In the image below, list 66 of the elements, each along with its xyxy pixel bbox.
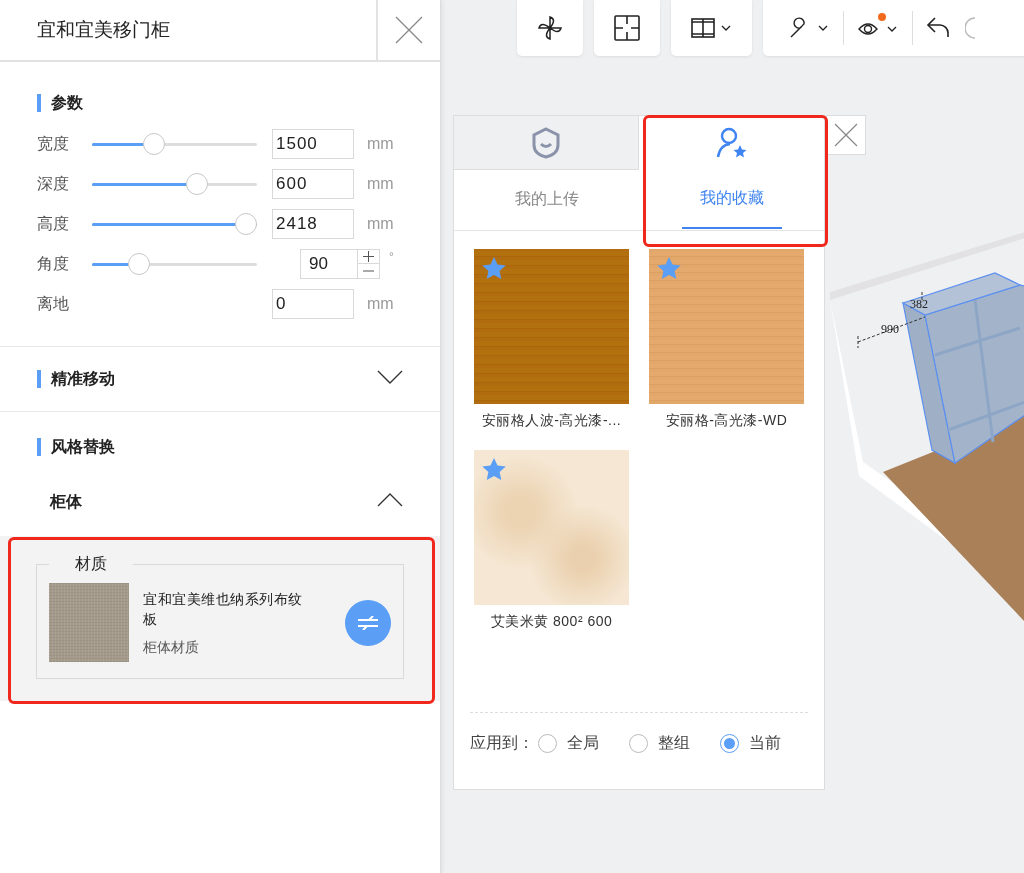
value-field[interactable]: 90	[300, 249, 358, 279]
unit-label: mm	[367, 135, 394, 153]
value-field[interactable]: 1500	[272, 129, 354, 159]
chevron-down-icon[interactable]	[377, 369, 403, 385]
material-subtitle: 柜体材质	[143, 638, 200, 657]
value-field[interactable]: 0	[272, 289, 354, 319]
param-label: 高度	[37, 213, 70, 234]
param-label: 宽度	[37, 133, 70, 154]
material-name: 宜和宜美维也纳系列布纹板	[143, 589, 303, 629]
slider[interactable]	[92, 173, 257, 195]
dimension-label: 382	[910, 297, 928, 311]
slider-thumb[interactable]	[143, 133, 166, 155]
value-field[interactable]: 600	[272, 169, 354, 199]
unit-label: mm	[367, 295, 394, 313]
slider[interactable]	[92, 213, 257, 235]
panel-title: 宜和宜美移门柜	[36, 18, 171, 42]
param-label: 深度	[37, 173, 70, 194]
toolbar-button[interactable]	[594, 0, 660, 56]
unit-label: mm	[367, 175, 394, 193]
section-heading: 参数	[51, 92, 83, 113]
radio-option[interactable]: 整组	[629, 732, 690, 754]
slider[interactable]	[92, 253, 257, 275]
radio-option[interactable]: 当前	[720, 732, 781, 754]
close-icon	[834, 123, 858, 147]
library-tab[interactable]: 我的上传	[454, 116, 639, 230]
material-legend: 材质	[49, 554, 133, 575]
star-icon[interactable]	[482, 257, 506, 280]
material-swatch[interactable]	[474, 249, 629, 404]
minus-icon	[363, 270, 374, 272]
increment-button[interactable]	[358, 249, 380, 264]
dimension-label: 990	[881, 322, 899, 336]
user-star-icon	[714, 126, 749, 159]
material-caption: 艾美米黄 800² 600	[490, 613, 613, 631]
material-caption: 安丽格-高光漆-WD	[665, 412, 788, 430]
chevron-up-icon[interactable]	[377, 492, 403, 508]
star-icon[interactable]	[482, 458, 506, 481]
pinwheel-icon	[535, 13, 565, 43]
slider-thumb[interactable]	[127, 253, 150, 275]
swap-arrows-icon	[356, 615, 380, 630]
plus-icon	[363, 251, 374, 262]
material-swatch[interactable]	[474, 450, 629, 605]
apply-label: 应用到：	[470, 732, 534, 753]
section-heading: 精准移动	[51, 368, 115, 389]
toolbar-button[interactable]	[517, 0, 583, 56]
star-icon[interactable]	[657, 257, 681, 280]
slider-thumb[interactable]	[235, 213, 257, 235]
layout-grid-icon	[613, 14, 641, 42]
section-heading: 风格替换	[51, 436, 115, 457]
value-field[interactable]: 2418	[272, 209, 354, 239]
slider-thumb[interactable]	[186, 173, 209, 195]
close-button[interactable]	[826, 115, 866, 155]
library-tab[interactable]: 我的收藏	[639, 116, 824, 230]
param-label: 离地	[37, 293, 70, 314]
toolbar-button[interactable]	[671, 0, 752, 56]
partial-icon	[965, 15, 975, 41]
material-caption: 安丽格人波-高光漆-...	[481, 412, 622, 430]
close-icon	[395, 16, 423, 44]
group-label: 柜体	[50, 491, 82, 512]
unit-label: °	[389, 250, 394, 264]
material-swatch[interactable]	[649, 249, 804, 404]
param-label: 角度	[37, 253, 70, 274]
slider[interactable]	[92, 133, 257, 155]
radio-option[interactable]: 全局	[538, 732, 599, 754]
unit-label: mm	[367, 215, 394, 233]
shield-icon	[531, 126, 561, 159]
swap-button[interactable]	[345, 599, 391, 646]
